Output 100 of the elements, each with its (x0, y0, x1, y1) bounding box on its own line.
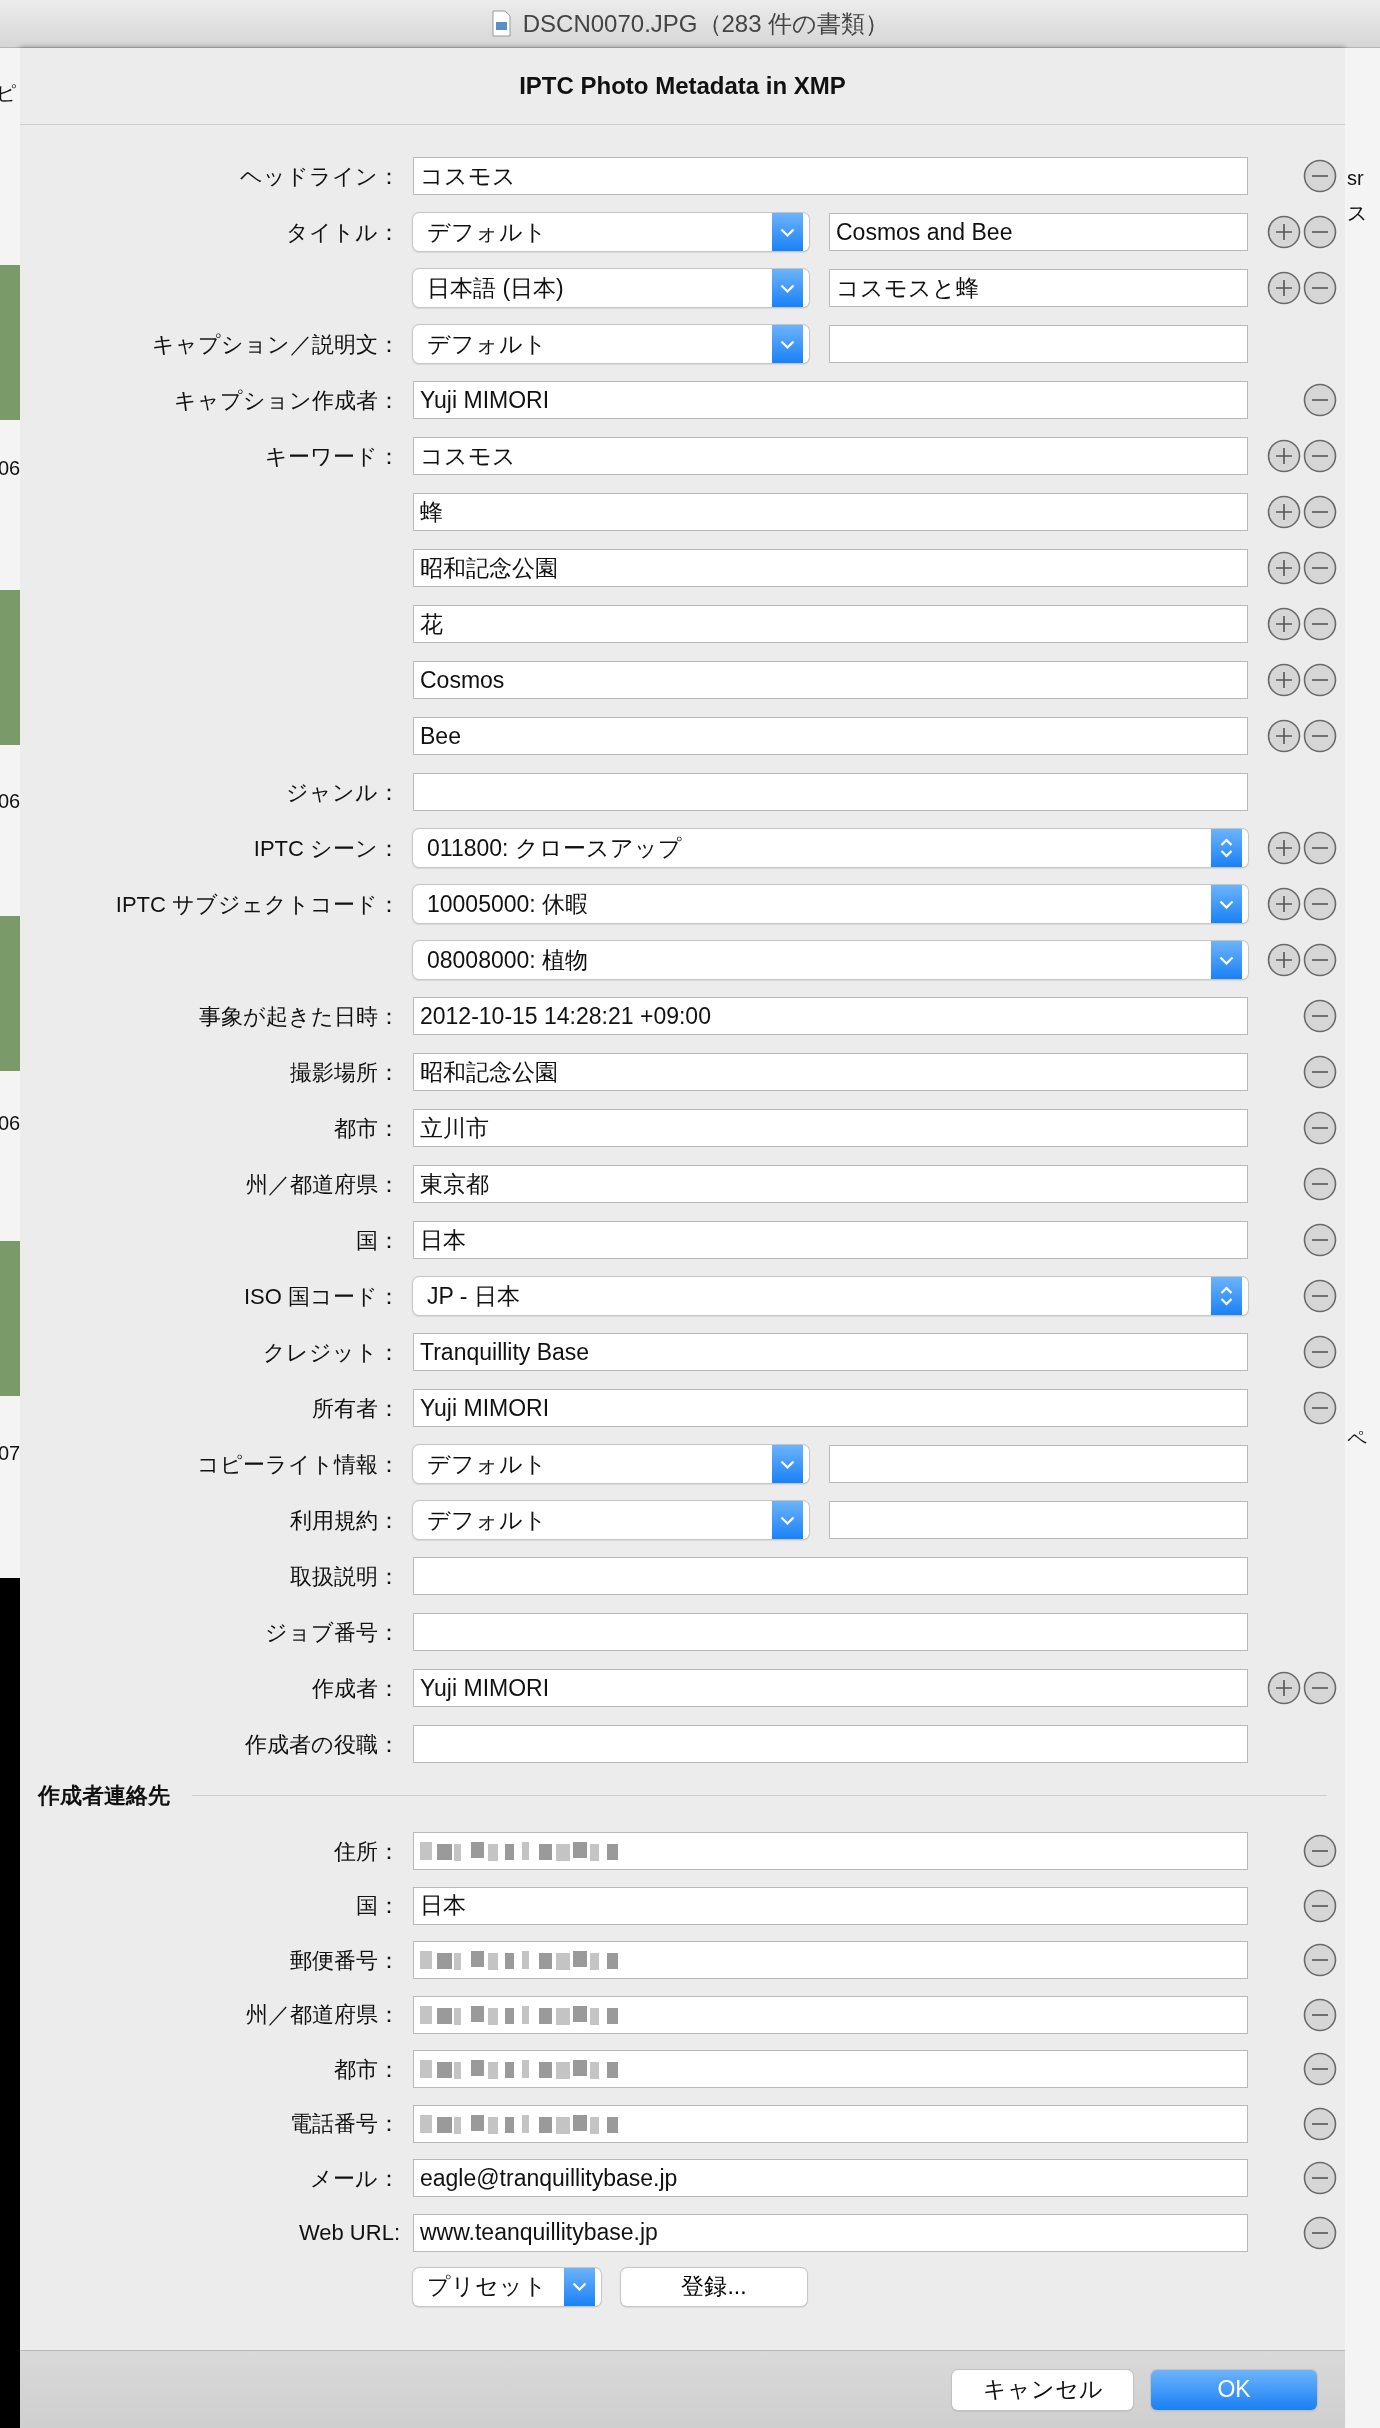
dropdown[interactable]: デフォルト (413, 325, 809, 363)
input-field[interactable]: Yuji MIMORI (413, 1389, 1248, 1427)
remove-button[interactable] (1303, 439, 1337, 473)
remove-button[interactable] (1303, 719, 1337, 753)
register-button[interactable]: 登録... (621, 2267, 807, 2306)
input-field[interactable] (829, 325, 1248, 363)
input-field[interactable] (829, 1445, 1248, 1483)
up-down-chevron-icon (1220, 1286, 1233, 1306)
dropdown[interactable]: デフォルト (413, 213, 809, 251)
input-field[interactable] (413, 1941, 1248, 1979)
dropdown[interactable]: 08008000: 植物 (413, 941, 1248, 979)
input-field[interactable] (829, 1501, 1248, 1539)
remove-button[interactable] (1303, 271, 1337, 305)
input-field[interactable]: 東京都 (413, 1165, 1248, 1203)
remove-button[interactable] (1303, 2106, 1337, 2141)
input-field[interactable]: Bee (413, 717, 1248, 755)
field-label: ジョブ番号： (265, 1619, 400, 1645)
input-field[interactable]: Cosmos and Bee (829, 213, 1248, 251)
input-field[interactable] (413, 2050, 1248, 2088)
remove-button[interactable] (1303, 1997, 1337, 2032)
remove-button[interactable] (1303, 1943, 1337, 1977)
field-label: 州／都道府県： (246, 2002, 400, 2027)
input-field[interactable]: Yuji MIMORI (413, 381, 1248, 419)
add-button[interactable] (1267, 831, 1301, 865)
remove-button[interactable] (1303, 1391, 1337, 1425)
remove-button[interactable] (1303, 831, 1337, 865)
background-text: ピ (0, 81, 16, 106)
remove-button[interactable] (1303, 1055, 1337, 1089)
field-label: キャプション作成者： (174, 387, 400, 413)
input-field[interactable]: 蜂 (413, 493, 1248, 531)
remove-button[interactable] (1303, 1111, 1337, 1145)
field-label: 住所： (334, 1838, 400, 1864)
up-down-chevron-icon (1220, 838, 1233, 858)
dropdown[interactable]: 011800: クロースアップ (413, 829, 1248, 867)
add-button[interactable] (1267, 943, 1301, 977)
input-field[interactable]: 立川市 (413, 1109, 1248, 1147)
field-label: Web URL: (298, 2220, 400, 2245)
preset-dropdown[interactable]: プリセット (413, 2267, 601, 2306)
remove-button[interactable] (1303, 1223, 1337, 1257)
input-field[interactable]: www.teanquillitybase.jp (413, 2213, 1248, 2252)
dialog-title: IPTC Photo Metadata in XMP (20, 48, 1345, 125)
remove-button[interactable] (1303, 2161, 1337, 2195)
input-field[interactable] (413, 1995, 1248, 2034)
remove-button[interactable] (1303, 1335, 1337, 1369)
add-button[interactable] (1267, 663, 1301, 697)
remove-button[interactable] (1303, 1167, 1337, 1201)
remove-button[interactable] (1303, 1671, 1337, 1705)
remove-button[interactable] (1303, 2052, 1337, 2086)
chevron-down-icon (780, 283, 795, 293)
remove-button[interactable] (1303, 215, 1337, 249)
remove-button[interactable] (1303, 495, 1337, 529)
dropdown[interactable]: デフォルト (413, 1501, 809, 1539)
input-field[interactable]: 昭和記念公園 (413, 1053, 1248, 1091)
add-button[interactable] (1267, 887, 1301, 921)
remove-button[interactable] (1303, 943, 1337, 977)
input-field[interactable]: 日本 (413, 1886, 1248, 1925)
field-label: IPTC サブジェクトコード： (115, 891, 400, 917)
input-field[interactable] (413, 1725, 1248, 1763)
input-field[interactable] (413, 773, 1248, 811)
add-button[interactable] (1267, 495, 1301, 529)
add-button[interactable] (1267, 271, 1301, 305)
input-field[interactable]: Cosmos (413, 661, 1248, 699)
input-field[interactable]: Yuji MIMORI (413, 1669, 1248, 1707)
dropdown[interactable]: デフォルト (413, 1445, 809, 1483)
cancel-button[interactable]: キャンセル (952, 2369, 1133, 2410)
background-text: ペ (1347, 1426, 1367, 1451)
remove-button[interactable] (1303, 663, 1337, 697)
remove-button[interactable] (1303, 383, 1337, 417)
add-button[interactable] (1267, 1671, 1301, 1705)
add-button[interactable] (1267, 215, 1301, 249)
remove-button[interactable] (1303, 1279, 1337, 1313)
remove-button[interactable] (1303, 159, 1337, 193)
input-field[interactable] (413, 1613, 1248, 1651)
add-button[interactable] (1267, 607, 1301, 641)
document-icon (490, 10, 512, 37)
input-field[interactable]: 昭和記念公園 (413, 549, 1248, 587)
dropdown[interactable]: 10005000: 休暇 (413, 885, 1248, 923)
input-field[interactable]: コスモス (413, 157, 1248, 195)
input-field[interactable] (413, 1557, 1248, 1595)
input-field[interactable]: 2012-10-15 14:28:21 +09:00 (413, 997, 1248, 1035)
remove-button[interactable] (1303, 1834, 1337, 1868)
add-button[interactable] (1267, 551, 1301, 585)
remove-button[interactable] (1303, 607, 1337, 641)
dropdown[interactable]: 日本語 (日本) (413, 269, 809, 307)
input-field[interactable]: コスモス (413, 437, 1248, 475)
remove-button[interactable] (1303, 887, 1337, 921)
add-button[interactable] (1267, 719, 1301, 753)
input-field[interactable] (413, 1832, 1248, 1870)
input-field[interactable]: Tranquillity Base (413, 1333, 1248, 1371)
input-field[interactable]: 花 (413, 605, 1248, 643)
input-field[interactable]: eagle@tranquillitybase.jp (413, 2159, 1248, 2197)
remove-button[interactable] (1303, 1888, 1337, 1923)
dropdown[interactable]: JP - 日本 (413, 1277, 1248, 1315)
remove-button[interactable] (1303, 551, 1337, 585)
add-button[interactable] (1267, 439, 1301, 473)
remove-button[interactable] (1303, 2215, 1337, 2250)
input-field[interactable]: コスモスと蜂 (829, 269, 1248, 307)
remove-button[interactable] (1303, 999, 1337, 1033)
input-field[interactable] (413, 2104, 1248, 2143)
input-field[interactable]: 日本 (413, 1221, 1248, 1259)
